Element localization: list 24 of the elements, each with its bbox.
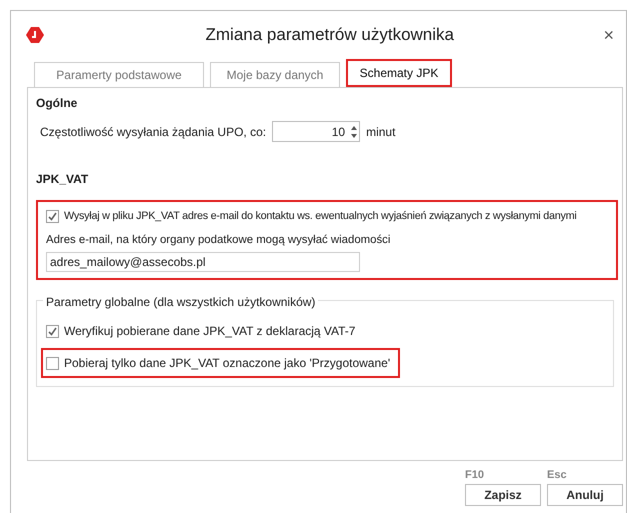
dialog-button[interactable]: Anuluj [547,484,623,506]
tab[interactable]: Schematy JPK [346,59,452,87]
tab[interactable]: Paramerty podstawowe [34,62,204,87]
close-button[interactable]: × [603,26,614,44]
shortcut-label: Esc [547,468,568,483]
field-label: Adres e-mail, na który organy podatkowe mogą wysyłać wiadomości [46,233,392,248]
spin-arrows-icon[interactable] [349,124,360,140]
shortcut-label: F10 [465,468,485,483]
dialog-button[interactable]: Zapisz [465,484,541,506]
section-heading: Ogólne [36,95,78,112]
checkbox-label: Weryfikuj pobierane dane JPK_VAT z deklaracją VAT-7 [64,323,356,340]
field-label: Częstotliwość wysyłania żądania UPO, co: [40,124,266,140]
app-logo-icon [26,27,44,43]
checkbox[interactable] [46,324,59,338]
tab[interactable]: Moje bazy danych [210,62,340,87]
checkbox[interactable] [46,356,59,370]
checkbox-label: Pobieraj tylko dane JPK_VAT oznaczone jako 'Przygotowane' [64,355,390,372]
section-heading: JPK_VAT [36,171,90,188]
unit-label: minut [366,124,396,140]
checkbox[interactable] [46,210,59,223]
window-title: Zmiana parametrów użytkownika [204,24,455,46]
email-field[interactable]: adres_mailowy@assecobs.pl [46,252,360,272]
spin-field[interactable]: 10 [272,121,360,142]
checkbox-label: Wysyłaj w pliku JPK_VAT adres e-mail do kontaktu ws. ewentualnych wyjaśnień związanych z wysłanymi danymi [64,209,577,224]
